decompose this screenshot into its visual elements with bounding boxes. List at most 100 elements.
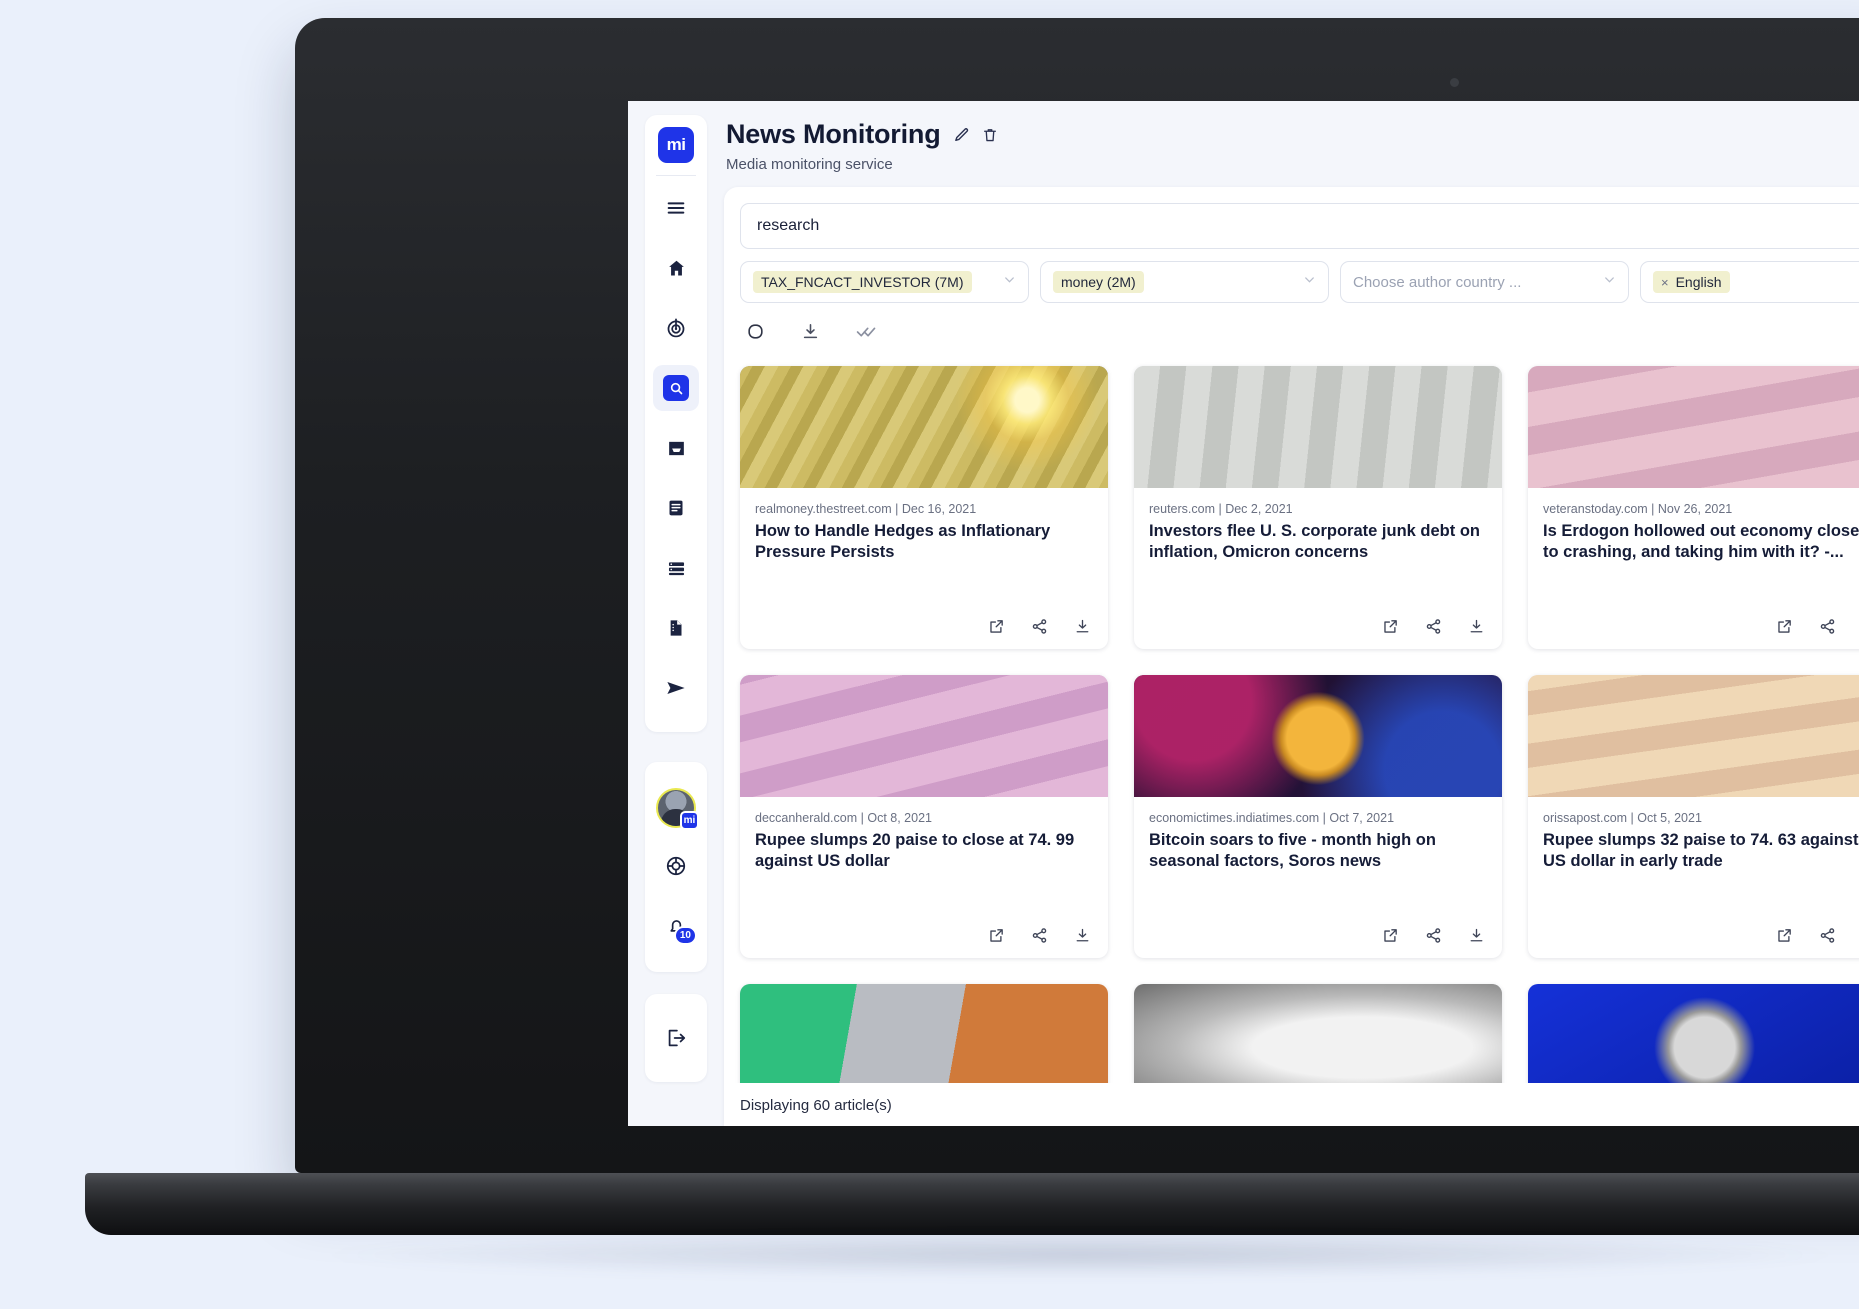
sidebar-item-reports[interactable] [653,485,699,531]
laptop-shadow [330,1232,1830,1278]
circle-icon[interactable] [746,322,765,341]
screenshot-scene: mi mi 10 News Monitoring Media monitorin… [0,0,1859,1309]
article-card[interactable]: deccanherald.com | Oct 8, 2021 Rupee slu… [740,675,1108,958]
article-grid: realmoney.thestreet.com | Dec 16, 2021 H… [740,366,1859,1083]
article-title: Is Erdogon hollowed out economy closer t… [1543,522,1859,562]
article-title: Bitcoin soars to five - month high on se… [1149,831,1436,871]
article-meta: orissapost.com | Oct 5, 2021 [1543,811,1702,825]
pencil-icon[interactable] [953,126,970,143]
page-header: News Monitoring Media monitoring service [724,119,1859,187]
sidebar-item-home[interactable] [653,245,699,291]
sidebar-item-monitoring[interactable] [653,305,699,351]
sidebar-item-lists[interactable] [653,545,699,591]
page-title: News Monitoring [726,119,941,149]
external-link-icon[interactable] [988,618,1005,635]
sidebar-item-files[interactable] [653,605,699,651]
share-icon[interactable] [1819,927,1836,944]
entity-filter-select[interactable]: TAX_FNCACT_INVESTOR (7M) [740,261,1029,303]
app-logo[interactable]: mi [658,127,694,163]
sidebar-item-logout[interactable] [653,1015,699,1061]
article-thumbnail [740,984,1108,1083]
article-date: Oct 8, 2021 [867,811,932,825]
inbox-icon [666,438,687,459]
article-title: Rupee slumps 20 paise to close at 74. 99… [755,831,1075,871]
share-icon[interactable] [1425,618,1442,635]
article-source: reuters.com [1149,502,1215,516]
article-card[interactable]: orissapost.com | Oct 5, 2021 Rupee slump… [1528,675,1859,958]
sidebar-divider [656,175,696,176]
article-meta: veteranstoday.com | Nov 26, 2021 [1543,502,1733,516]
notification-badge: 10 [673,926,697,945]
article-body: deccanherald.com | Oct 8, 2021 Rupee slu… [740,797,1108,927]
search-input[interactable] [740,203,1859,249]
share-icon[interactable] [1031,618,1048,635]
results-scroll-area[interactable]: realmoney.thestreet.com | Dec 16, 2021 H… [724,356,1859,1083]
sidebar-item-profile[interactable]: mi [653,783,699,830]
sidebar-item-menu[interactable] [653,185,699,231]
entity-filter-chip: TAX_FNCACT_INVESTOR (7M) [753,271,972,293]
article-thumbnail [1134,366,1502,488]
download-icon[interactable] [1074,618,1091,635]
download-icon[interactable] [1468,618,1485,635]
article-card[interactable]: realmoney.thestreet.com | Dec 16, 2021 H… [740,366,1108,649]
external-link-icon[interactable] [1382,927,1399,944]
external-link-icon[interactable] [1776,618,1793,635]
article-card[interactable] [740,984,1108,1083]
lifebuoy-icon [665,855,687,877]
article-card[interactable]: reuters.com | Dec 2, 2021 Investors flee… [1134,366,1502,649]
sidebar-nav-rail: mi [645,115,707,732]
download-icon[interactable] [801,322,820,341]
search-panel: TAX_FNCACT_INVESTOR (7M) money (2M) [724,187,1859,1126]
main-content: News Monitoring Media monitoring service [724,101,1859,1126]
document-icon [666,498,686,518]
page-subtitle: Media monitoring service [726,156,893,173]
article-body: orissapost.com | Oct 5, 2021 Rupee slump… [1528,797,1859,927]
article-actions [740,618,1108,649]
language-filter-label: English [1675,274,1722,290]
download-icon[interactable] [1468,927,1485,944]
external-link-icon[interactable] [1776,927,1793,944]
laptop-screen: mi mi 10 News Monitoring Media monitorin… [628,101,1859,1126]
article-source: deccanherald.com [755,811,858,825]
share-icon[interactable] [1425,927,1442,944]
external-link-icon[interactable] [988,927,1005,944]
article-actions [1528,618,1859,649]
download-icon[interactable] [1074,927,1091,944]
article-card[interactable] [1134,984,1502,1083]
article-title: Investors flee U. S. corporate junk debt… [1149,522,1480,562]
theme-filter-select[interactable]: money (2M) [1040,261,1329,303]
country-filter-placeholder: Choose author country ... [1353,273,1522,291]
sidebar-item-search[interactable] [653,365,699,411]
article-date: Oct 7, 2021 [1329,811,1395,825]
chevron-down-icon [1602,272,1617,292]
search-icon [663,375,689,401]
double-check-icon[interactable] [856,321,877,342]
article-card[interactable]: veteranstoday.com | Nov 26, 2021 Is Erdo… [1528,366,1859,649]
article-thumbnail [740,366,1108,488]
laptop-camera [1450,78,1459,87]
search-row [724,203,1859,249]
article-card[interactable]: economictimes.indiatimes.com | Oct 7, 20… [1134,675,1502,958]
title-row: News Monitoring [726,119,1859,150]
share-icon[interactable] [1819,618,1836,635]
sidebar-item-inbox[interactable] [653,425,699,471]
laptop-lid: mi mi 10 News Monitoring Media monitorin… [295,18,1859,1173]
sidebar-item-help[interactable] [653,843,699,889]
sidebar-item-send[interactable] [653,665,699,711]
remove-language-icon[interactable]: × [1661,275,1669,290]
article-meta: economictimes.indiatimes.com | Oct 7, 20… [1149,811,1395,825]
trash-icon[interactable] [982,127,998,143]
article-thumbnail [1528,366,1859,488]
home-icon [666,258,687,279]
language-filter-select[interactable]: × English [1640,261,1859,303]
chevron-down-icon [1302,272,1317,292]
sidebar-item-notifications[interactable]: 10 [653,903,699,949]
article-actions [740,927,1108,958]
article-body: reuters.com | Dec 2, 2021 Investors flee… [1134,488,1502,618]
share-icon[interactable] [1031,927,1048,944]
article-title: How to Handle Hedges as Inflationary Pre… [755,522,1051,562]
external-link-icon[interactable] [1382,618,1399,635]
country-filter-select[interactable]: Choose author country ... [1340,261,1629,303]
article-date: Nov 26, 2021 [1657,502,1733,516]
article-card[interactable] [1528,984,1859,1083]
